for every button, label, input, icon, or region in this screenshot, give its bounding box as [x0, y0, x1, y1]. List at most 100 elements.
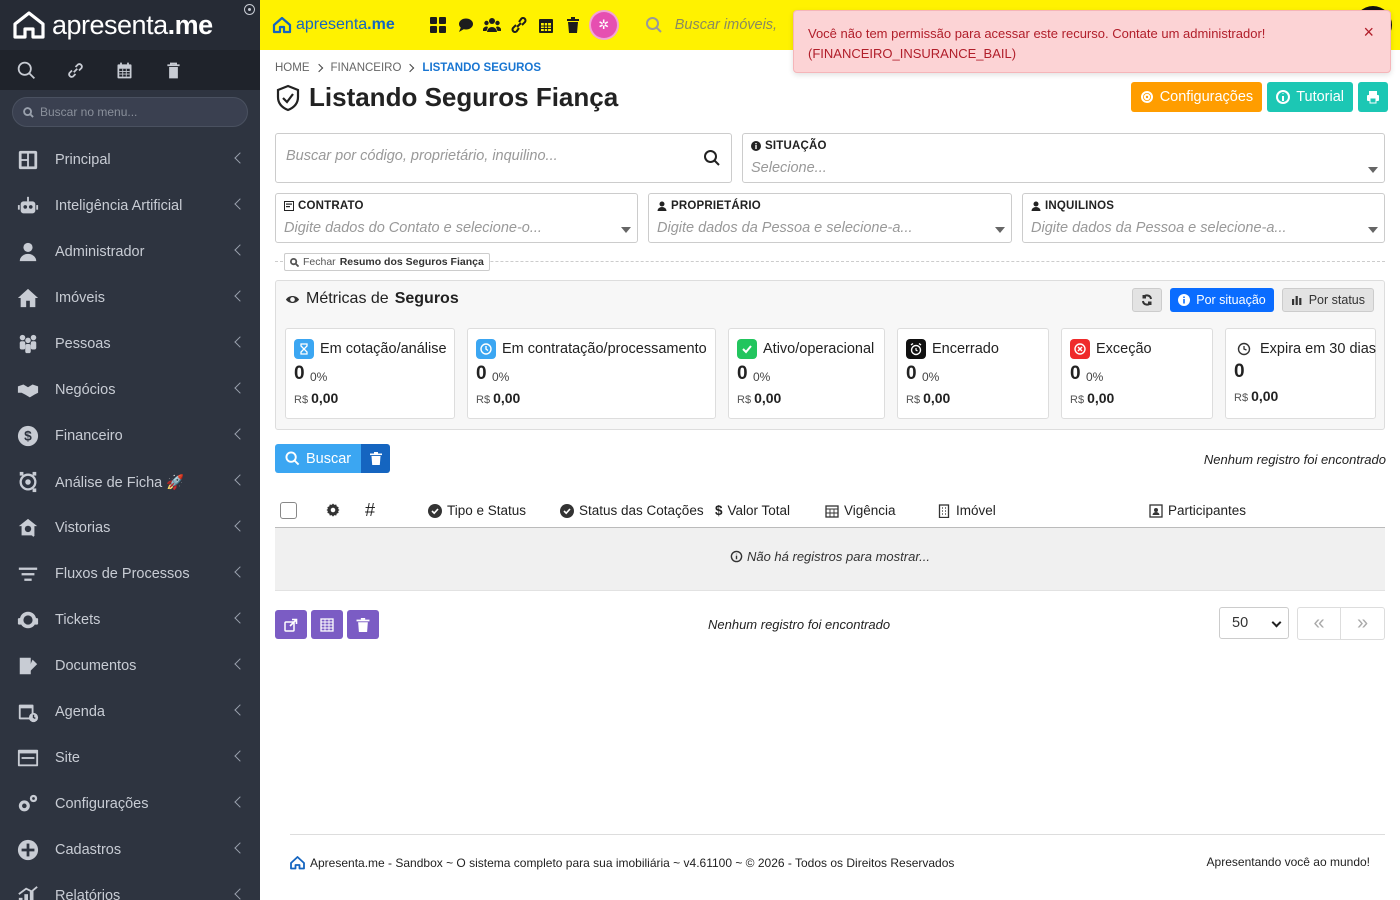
link-icon[interactable]: [510, 16, 528, 34]
chevron-left-icon: [234, 658, 246, 670]
metrics-title-light: Métricas de: [306, 290, 389, 307]
metric-card-count: 0: [476, 363, 487, 384]
contrato-placeholder: Digite dados do Contato e selecione-o...: [284, 220, 542, 236]
sidebar-item-people[interactable]: Pessoas: [0, 321, 260, 367]
sidebar-item-support[interactable]: Tickets: [0, 597, 260, 643]
sidebar-item-agenda[interactable]: Agenda: [0, 689, 260, 735]
grid-icon[interactable]: [429, 16, 447, 34]
caret-down-icon: [1368, 227, 1378, 233]
column-settings[interactable]: [326, 503, 340, 517]
building-icon: [938, 503, 950, 518]
situacao-select[interactable]: SITUAÇÃO Selecione...: [742, 133, 1385, 183]
summary-toggle-prefix: Fechar: [303, 256, 336, 268]
table-body: Não há registros para mostrar...: [275, 528, 1385, 591]
metric-card-value: R$ 0,00: [737, 390, 781, 406]
column-id[interactable]: #: [365, 500, 375, 521]
clear-filters-button[interactable]: [361, 444, 391, 473]
support-icon: [16, 608, 40, 632]
brand-header: apresenta.me: [0, 0, 260, 50]
first-page-button[interactable]: «: [1297, 607, 1341, 640]
calendar-icon[interactable]: [537, 16, 555, 34]
chat-icon[interactable]: [456, 16, 474, 34]
by-status-button[interactable]: Por status: [1281, 288, 1374, 312]
sidebar-item-robot[interactable]: Inteligência Artificial: [0, 183, 260, 229]
pin-sidebar-icon[interactable]: [244, 4, 255, 15]
chevron-left-icon: [234, 704, 246, 716]
metric-card-amount: 0,00: [923, 390, 951, 406]
sidebar-item-label: Cadastros: [55, 842, 122, 858]
refresh-button[interactable]: [1132, 288, 1163, 312]
contrato-label-text: CONTRATO: [298, 200, 364, 212]
print-button[interactable]: [1358, 82, 1388, 112]
metric-card[interactable]: Expira em 30 dias 0 R$ 0,00: [1225, 328, 1376, 419]
per-page-select[interactable]: 50: [1219, 607, 1289, 639]
users-icon[interactable]: [482, 16, 501, 34]
top-logo[interactable]: apresenta.me: [272, 16, 395, 34]
metric-card-currency: R$: [737, 394, 752, 406]
metric-card[interactable]: Exceção 0 0% R$ 0,00: [1061, 328, 1213, 419]
metrics-view-toggle: Por situação Por status: [1132, 288, 1374, 312]
inquilinos-select[interactable]: INQUILINOS Digite dados da Pessoa e sele…: [1022, 193, 1385, 243]
column-vigencia[interactable]: Vigência: [825, 503, 896, 518]
brand-logo[interactable]: apresenta.me: [12, 10, 213, 41]
export-button[interactable]: [275, 610, 307, 639]
breadcrumb-financeiro[interactable]: FINANCEIRO: [331, 62, 402, 74]
inspection-icon: [16, 516, 40, 540]
trash-icon[interactable]: [163, 60, 184, 81]
sidebar-item-inspection[interactable]: Vistorias: [0, 505, 260, 551]
search-icon[interactable]: [703, 149, 721, 167]
search-icon: [290, 257, 299, 267]
column-status-cotacoes[interactable]: Status das Cotações: [560, 503, 704, 518]
alert-close-button[interactable]: ×: [1363, 23, 1374, 41]
metric-card-currency: R$: [906, 394, 921, 406]
sidebar-item-chart[interactable]: Relatórios: [0, 873, 260, 900]
search-input[interactable]: [286, 148, 686, 164]
calendar-icon[interactable]: [114, 60, 135, 81]
delete-selected-button[interactable]: [347, 610, 379, 639]
sidebar-item-label: Financeiro: [55, 428, 123, 444]
sidebar-item-analysis[interactable]: Análise de Ficha 🚀: [0, 459, 260, 505]
column-participantes[interactable]: Participantes: [1149, 503, 1246, 518]
search-button[interactable]: Buscar: [275, 444, 362, 473]
pink-badge-icon[interactable]: ✲: [590, 12, 617, 38]
sidebar-menu: Principal Inteligência Artificial Administ…: [0, 137, 260, 900]
analysis-icon: [16, 470, 40, 494]
chart-icon: [16, 884, 40, 900]
sidebar-item-document[interactable]: Documentos: [0, 643, 260, 689]
next-page-button[interactable]: »: [1341, 607, 1385, 640]
sidebar-search-input[interactable]: [40, 105, 240, 119]
columns-button[interactable]: [311, 610, 343, 639]
hourglass-icon: [294, 339, 314, 359]
contract-icon: [284, 201, 294, 211]
chevron-left-icon: [234, 382, 246, 394]
contrato-select[interactable]: CONTRATO Digite dados do Contato e selec…: [275, 193, 638, 243]
metric-card[interactable]: Encerrado 0 0% R$ 0,00: [897, 328, 1049, 419]
sidebar-item-flow[interactable]: Fluxos de Processos: [0, 551, 260, 597]
search-icon[interactable]: [16, 60, 37, 81]
trash-icon[interactable]: [564, 16, 582, 34]
summary-toggle[interactable]: Fechar Resumo dos Seguros Fiança: [284, 253, 490, 271]
sidebar-item-handshake[interactable]: Negócios: [0, 367, 260, 413]
sidebar-item-dashboard[interactable]: Principal: [0, 137, 260, 183]
checkbox[interactable]: [280, 502, 297, 519]
sidebar-item-label: Documentos: [55, 658, 137, 674]
proprietario-select[interactable]: PROPRIETÁRIO Digite dados da Pessoa e se…: [648, 193, 1012, 243]
tutorial-button[interactable]: Tutorial: [1267, 82, 1353, 112]
sidebar-item-gears[interactable]: Configurações: [0, 781, 260, 827]
column-imovel[interactable]: Imóvel: [937, 503, 996, 518]
column-valor-total[interactable]: $ Valor Total: [715, 503, 790, 518]
sidebar-item-plus-circle[interactable]: Cadastros: [0, 827, 260, 873]
by-situation-button[interactable]: Por situação: [1170, 288, 1274, 312]
settings-button[interactable]: Configurações: [1130, 82, 1263, 112]
sidebar-item-admin-user[interactable]: Administrador: [0, 229, 260, 275]
sidebar-item-site[interactable]: Site: [0, 735, 260, 781]
select-all-checkbox[interactable]: [280, 502, 297, 519]
breadcrumb-home[interactable]: HOME: [275, 62, 310, 74]
metric-card[interactable]: Em cotação/análise 0 0% R$ 0,00: [285, 328, 455, 419]
metric-card[interactable]: Ativo/operacional 0 0% R$ 0,00: [728, 328, 885, 419]
link-icon[interactable]: [65, 60, 86, 81]
sidebar-item-home[interactable]: Imóveis: [0, 275, 260, 321]
column-tipo-status[interactable]: Tipo e Status: [428, 503, 526, 518]
metric-card[interactable]: Em contratação/processamento 0 0% R$ 0,00: [467, 328, 716, 419]
sidebar-item-dollar[interactable]: $ Financeiro: [0, 413, 260, 459]
